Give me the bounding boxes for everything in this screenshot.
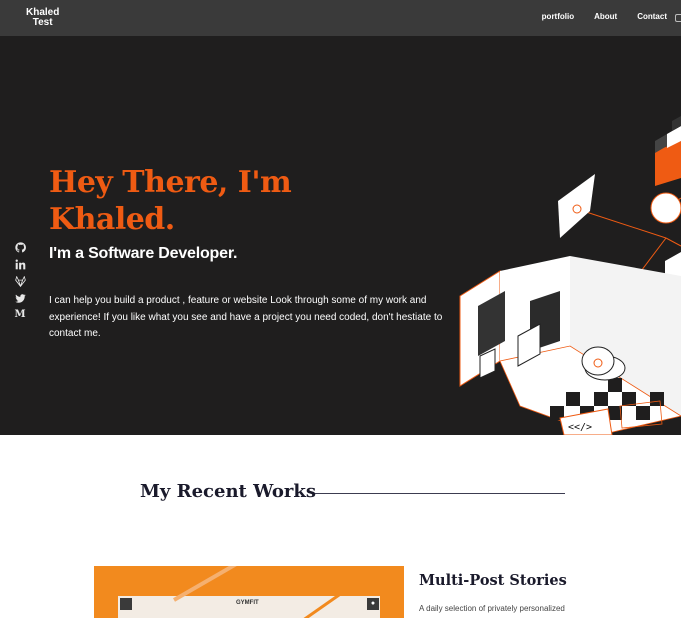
nav-links: portfolio About Contact (542, 12, 667, 21)
hero-title: Hey There, I'm Khaled. (49, 164, 292, 238)
menu-icon (120, 598, 132, 610)
github-icon[interactable] (14, 241, 26, 253)
linkedin-icon[interactable] (14, 258, 26, 270)
navbar: Khaled Test portfolio About Contact (0, 0, 681, 36)
project-title[interactable]: Multi-Post Stories (419, 572, 567, 589)
hero-subtitle: I'm a Software Developer. (49, 245, 238, 262)
social-links: M (13, 241, 27, 321)
medium-icon[interactable]: M (14, 309, 26, 321)
nav-link-contact[interactable]: Contact (637, 12, 667, 21)
mockup-logo: GYMFIT (236, 600, 259, 606)
logo-line-2: Test (32, 17, 53, 28)
hero-title-line-2: Khaled. (49, 202, 175, 237)
theme-toggle-icon[interactable] (675, 14, 681, 22)
hero-description: I can help you build a product , feature… (49, 295, 443, 339)
twitter-icon[interactable] (14, 292, 26, 304)
gitlab-icon[interactable] (14, 275, 26, 287)
section-divider (315, 493, 565, 494)
hero-section: Hey There, I'm Khaled. I'm a Software De… (0, 36, 681, 435)
nav-link-portfolio[interactable]: portfolio (542, 12, 574, 21)
code-badge-text: <</> (568, 422, 592, 433)
developer-illustration: <</> (459, 116, 681, 435)
hero-title-line-1: Hey There, I'm (49, 165, 292, 200)
site-logo[interactable]: Khaled Test (26, 8, 59, 28)
nav-link-about[interactable]: About (594, 12, 617, 21)
project-thumbnail[interactable]: GYMFIT ● (94, 566, 404, 618)
project-description: A daily selection of privately personali… (419, 604, 565, 613)
user-icon: ● (367, 598, 379, 610)
recent-works-heading: My Recent Works (140, 481, 316, 502)
